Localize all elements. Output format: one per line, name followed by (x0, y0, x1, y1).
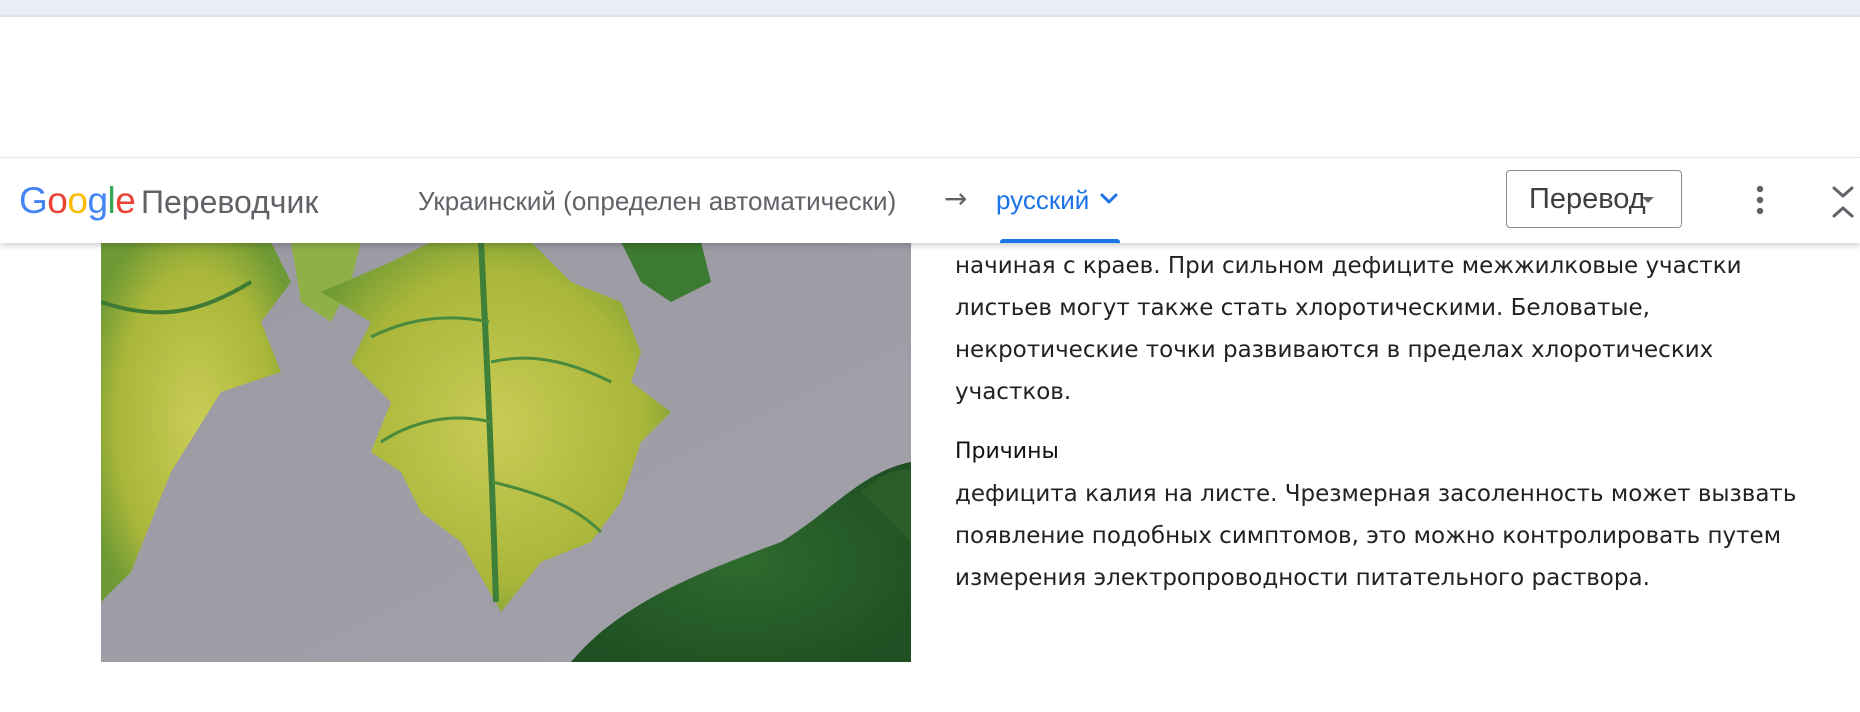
source-language-button[interactable]: Украинский (определен автоматически) (418, 186, 896, 217)
logo-letter: l (107, 180, 116, 221)
logo-letter: g (87, 180, 108, 221)
google-logo[interactable]: Google (19, 180, 136, 222)
article-paragraph: начиная с краев. При сильном дефиците ме… (955, 245, 1835, 413)
text-line: дефицита калия на листе. Чрезмерная засо… (955, 481, 1797, 507)
text-line: листьев могут также стать хлоротическими… (955, 295, 1650, 321)
article-text: начиная с краев. При сильном дефиците ме… (955, 245, 1835, 599)
text-line: начиная с краев. При сильном дефиците ме… (955, 253, 1742, 279)
mode-select-value: Перевод (1529, 183, 1646, 215)
logo-letter: G (19, 180, 48, 221)
browser-top-strip (0, 0, 1860, 17)
more-vert-icon[interactable] (1748, 180, 1772, 220)
article-paragraph: дефицита калия на листе. Чрезмерная засо… (955, 473, 1835, 599)
target-language-button[interactable]: русский (996, 185, 1119, 231)
caret-down-icon (1642, 197, 1654, 203)
section-heading: Причины (955, 439, 1059, 464)
collapse-icon[interactable] (1826, 182, 1860, 222)
logo-letter: o (47, 180, 68, 221)
logo-letter: o (67, 180, 88, 221)
active-tab-indicator (1000, 239, 1120, 243)
text-line: появление подобных симптомов, это можно … (955, 523, 1782, 549)
direction-arrow: → (944, 182, 968, 215)
text-line: участков. (955, 379, 1072, 405)
product-name: Переводчик (141, 184, 319, 220)
logo-letter: e (115, 180, 136, 221)
mode-select[interactable]: Перевод (1506, 170, 1682, 228)
target-language-label: русский (996, 185, 1090, 215)
leaf-photo (101, 242, 911, 662)
text-line: некротические точки развиваются в предел… (955, 337, 1714, 363)
chevron-down-icon (1099, 185, 1119, 222)
translate-toolbar: Google Переводчик Украинский (определен … (0, 157, 1860, 243)
page: начиная с краев. При сильном дефиците ме… (0, 0, 1860, 712)
text-line: измерения электропроводности питательног… (955, 565, 1650, 591)
